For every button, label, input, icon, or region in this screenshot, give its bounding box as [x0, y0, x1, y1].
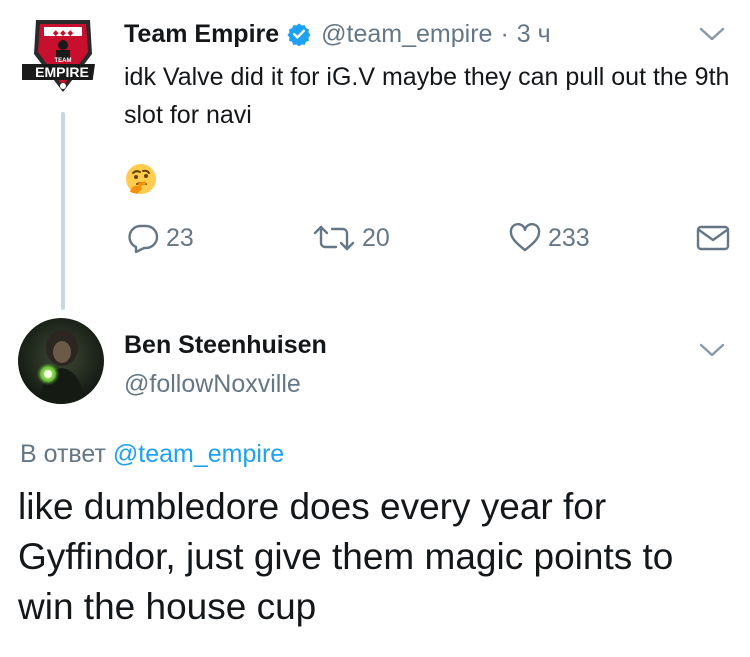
tweet2-author-name[interactable]: Ben Steenhuisen	[124, 331, 327, 360]
tweet2-handle[interactable]: @followNoxville	[124, 370, 301, 399]
thinking-face-icon	[124, 162, 158, 196]
reply-icon	[128, 224, 159, 253]
reply-prefix: В ответ	[20, 440, 106, 468]
tweet2-text: like dumbledore does every year for Gyff…	[18, 486, 674, 627]
tweet1-author-name[interactable]: Team Empire	[124, 20, 279, 49]
direct-message-button[interactable]	[696, 220, 736, 256]
reply-count: 23	[166, 223, 194, 252]
tweet1-header: Team Empire @team_empire · 3 ч	[124, 16, 551, 52]
like-count: 233	[548, 223, 590, 252]
avatar-photo	[18, 318, 104, 404]
tweet1-menu-chevron-down-icon[interactable]	[697, 24, 727, 44]
svg-text:◆ ◆ ◆: ◆ ◆ ◆	[52, 30, 74, 37]
like-button[interactable]: 233	[508, 220, 590, 256]
tweet1-handle[interactable]: @team_empire	[321, 20, 492, 49]
reply-context: В ответ @team_empire	[20, 440, 284, 469]
verified-badge-icon	[287, 23, 311, 46]
retweet-icon	[313, 225, 355, 251]
dot-separator: ·	[500, 19, 509, 48]
team-empire-logo: ◆ ◆ ◆ TEAM EMPIRE	[14, 20, 95, 92]
ben-steenhuisen-avatar[interactable]	[18, 318, 104, 404]
reply-mention-link[interactable]: @team_empire	[113, 440, 284, 468]
thread-connector-line	[61, 112, 65, 310]
tweet2-menu-chevron-down-icon[interactable]	[697, 340, 727, 360]
envelope-icon	[696, 225, 730, 251]
retweet-button[interactable]: 20	[312, 220, 390, 256]
reply-button[interactable]: 23	[126, 220, 194, 256]
tweet1-text: idk Valve did it for iG.V maybe they can…	[124, 63, 730, 129]
team-empire-avatar[interactable]: ◆ ◆ ◆ TEAM EMPIRE	[14, 14, 104, 96]
heart-icon	[509, 223, 541, 252]
retweet-count: 20	[362, 223, 390, 252]
logo-main-text: EMPIRE	[35, 64, 89, 80]
tweet1-timestamp[interactable]: 3 ч	[517, 20, 551, 49]
